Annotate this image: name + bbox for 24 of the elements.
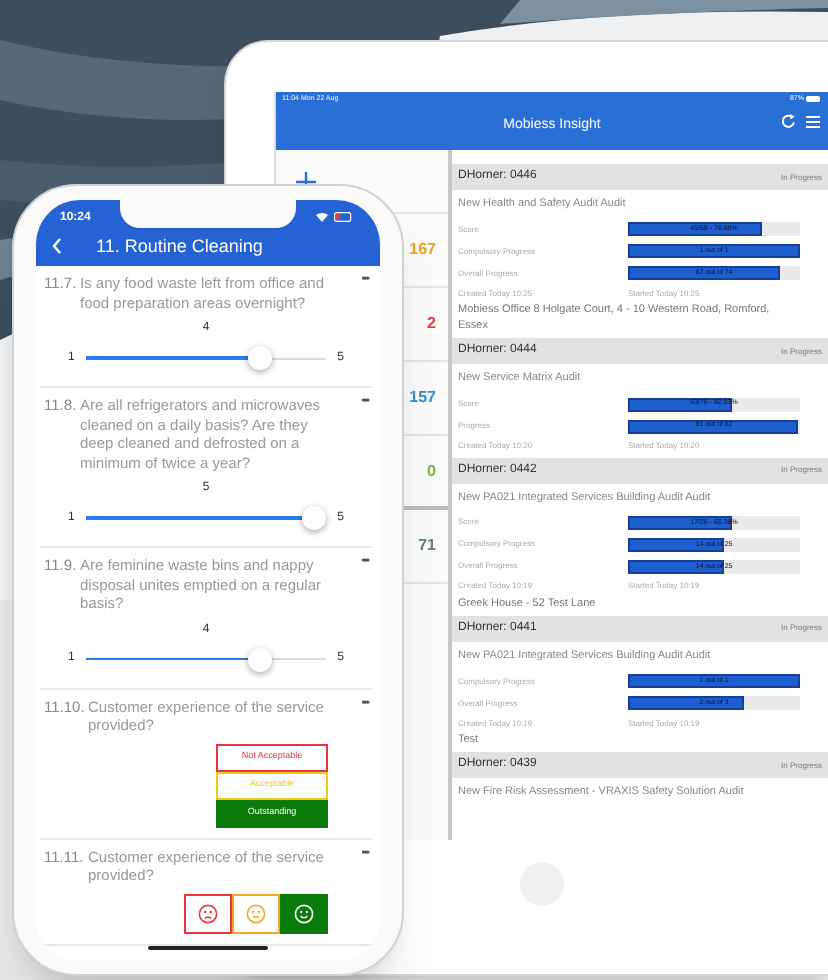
slider[interactable] [86,504,326,532]
count-number: 167 [409,238,436,262]
count-number: 71 [418,534,436,558]
wifi-icon [316,212,328,222]
face-option[interactable] [184,893,232,933]
count-number: 2 [427,312,436,336]
refresh-icon[interactable] [782,114,796,128]
back-icon[interactable] [52,238,62,254]
menu-icon[interactable] [806,115,820,127]
slider[interactable] [86,645,326,673]
slider[interactable] [86,344,326,372]
screen-title: 11. Routine Cleaning [96,234,263,260]
face-option[interactable] [280,893,328,933]
count-number: 0 [427,459,436,483]
battery-icon [806,96,820,103]
count-number: 157 [409,386,436,410]
sad-face-icon [198,903,218,923]
home-indicator [148,946,268,950]
slider-thumb[interactable] [301,506,326,530]
slider-thumb[interactable] [247,647,272,671]
neutral-face-icon [246,903,266,923]
slider-thumb[interactable] [247,346,272,370]
battery-icon [334,212,352,222]
happy-face-icon [294,903,314,923]
